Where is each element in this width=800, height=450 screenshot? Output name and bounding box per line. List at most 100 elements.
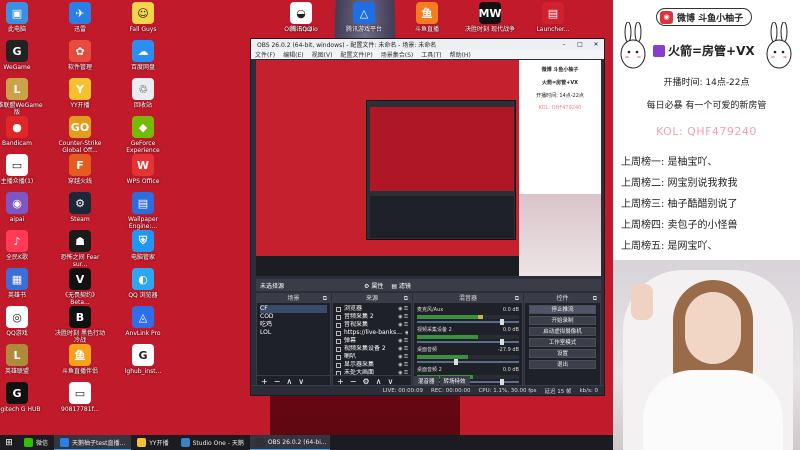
desktop-icon[interactable]: 鱼斗鱼直播: [400, 2, 454, 33]
undock-icon[interactable]: ⧉: [323, 294, 327, 303]
desktop-icon[interactable]: ☺ Fall Guys: [116, 2, 170, 33]
menu-item[interactable]: 帮助(H): [450, 50, 471, 59]
control-button[interactable]: 开始录制: [529, 316, 596, 325]
control-button[interactable]: 停止推流: [529, 305, 596, 314]
desktop-icon-label: 英雄联盟WeGame版: [0, 102, 43, 116]
control-button[interactable]: 启动虚拟摄像机: [529, 327, 596, 336]
obs-titlebar[interactable]: OBS 26.0.2 (64-bit, windows) - 配置文件: 未命名…: [251, 39, 604, 50]
undock-icon[interactable]: ⧉: [404, 294, 408, 303]
desktop-icon[interactable]: W WPS Office: [116, 154, 170, 185]
volume-slider[interactable]: [417, 359, 519, 365]
desktop-icon[interactable]: ⛨ 电脑管家: [116, 230, 170, 261]
desktop-icon[interactable]: ▤ Wallpaper Engine:...: [116, 192, 170, 230]
control-button[interactable]: 设置: [529, 349, 596, 358]
desktop-icon[interactable]: L 英雄联盟WeGame版: [0, 78, 44, 116]
desktop-icon[interactable]: ✈ 迅雷: [53, 2, 107, 33]
source-item[interactable]: 音频采集 2 ◉ ⚿: [336, 313, 408, 321]
desktop-icon[interactable]: ⚙ Steam: [53, 192, 107, 223]
desktop-icon[interactable]: Glghub_inst...: [116, 344, 170, 375]
obs-preview[interactable]: 微博 斗鱼小柚子 火箭=房管+VX 开播时间: 14点-22点 KOL: QHF…: [256, 60, 601, 276]
desktop-icon[interactable]: Y YY开播: [53, 78, 107, 109]
menu-item[interactable]: 工具(T): [421, 50, 441, 59]
visibility-eye-icon[interactable]: ◉ ⚿: [398, 305, 408, 313]
menu-item[interactable]: 文件(F): [255, 50, 275, 59]
source-item[interactable]: 显示器采集 ◉ ⚿: [336, 361, 408, 369]
desktop-icon[interactable]: ● Bandicam: [0, 116, 44, 147]
visibility-eye-icon[interactable]: ◉ ⚿: [398, 313, 408, 321]
desktop-icon[interactable]: ◐ QQ 浏览器: [116, 268, 170, 299]
visibility-eye-icon[interactable]: ◉ ⚿: [398, 337, 408, 345]
desktop-icon[interactable]: ☗ 恐怖之间 Fear sur...: [53, 230, 107, 268]
obs-window[interactable]: OBS 26.0.2 (64-bit, windows) - 配置文件: 未命名…: [250, 38, 605, 396]
source-item[interactable]: 视频采集设备 2 ◉ ⚿: [336, 345, 408, 353]
desktop-icon[interactable]: ▦ 英雄书: [0, 268, 44, 299]
source-item[interactable]: 弹幕 ◉ ⚿: [336, 337, 408, 345]
volume-slider[interactable]: [417, 319, 519, 325]
menu-item[interactable]: 配置文件(P): [340, 50, 372, 59]
desktop-icon[interactable]: MW 决胜时刻 现代战争: [463, 2, 517, 33]
visibility-eye-icon[interactable]: ◉ ⚿: [398, 345, 408, 353]
source-item[interactable]: 浏览器 ◉ ⚿: [336, 305, 408, 313]
preview-taskbar: [256, 256, 519, 276]
desktop-icon[interactable]: ▣ 此电脑: [0, 2, 44, 33]
visibility-eye-icon[interactable]: ◉ ⚿: [398, 361, 408, 369]
desktop-icon[interactable]: L 英雄联盟: [0, 344, 44, 375]
menu-item[interactable]: 编辑(E): [283, 50, 303, 59]
taskbar-app[interactable]: 微信: [18, 435, 54, 450]
scene-item[interactable]: CF: [260, 305, 327, 313]
menu-item[interactable]: 视图(V): [312, 50, 333, 59]
filters-button[interactable]: ▤ 滤镜: [391, 281, 411, 290]
desktop-icon[interactable]: G Logitech G HUB: [0, 382, 44, 413]
visibility-eye-icon[interactable]: ◉ ⚿: [398, 353, 408, 361]
taskbar-app[interactable]: YY开播: [131, 435, 174, 450]
desktop-icon[interactable]: 鱼斗鱼直播伴侣: [53, 344, 107, 375]
desktop-icon[interactable]: B 决胜时刻 黑色行动冷战: [53, 306, 107, 344]
taskbar-app[interactable]: OBS 26.0.2 (64-bi...: [249, 435, 330, 450]
taskbar-app[interactable]: 天鹅柚子test直播...: [54, 435, 132, 450]
desktop-icon[interactable]: ◉ aipai: [0, 192, 44, 223]
taskbar-app[interactable]: Studio One - 天鹅: [175, 435, 250, 450]
control-button[interactable]: 工作室模式: [529, 338, 596, 347]
desktop-icon[interactable]: G WeGame: [0, 40, 44, 71]
desktop-icon[interactable]: ◒ 腾讯QQ: [274, 2, 328, 33]
volume-slider[interactable]: [417, 339, 519, 345]
desktop-icon[interactable]: ♲ 回收站: [116, 78, 170, 109]
app-icon: ☗: [69, 230, 91, 252]
desktop-icon[interactable]: ▤ Launcher...: [526, 2, 580, 33]
desktop-icon-label: AnvLink Pro: [125, 330, 161, 337]
desktop-icon[interactable]: GO Counter-Strike Global Off...: [53, 116, 107, 154]
desktop-icon[interactable]: V 《无畏契约》Beta...: [53, 268, 107, 306]
source-name: 音视采集: [344, 321, 369, 328]
desktop-icon[interactable]: ◆ GeForce Experience: [116, 116, 170, 154]
desktop-icon[interactable]: ☁ 百度网盘: [116, 40, 170, 71]
close-icon[interactable]: ✕: [588, 41, 604, 48]
properties-button[interactable]: ⚙ 属性: [364, 281, 383, 290]
desktop-icon[interactable]: ♪ 全民K歌: [0, 230, 44, 261]
source-item[interactable]: https://live-banks...◉ ⚿: [336, 329, 408, 337]
visibility-eye-icon[interactable]: ◉ ⚿: [398, 321, 408, 329]
minimize-icon[interactable]: –: [556, 41, 572, 48]
desktop-icon[interactable]: △ 腾讯游戏平台: [337, 2, 391, 33]
scene-item[interactable]: LOL: [260, 329, 327, 337]
desktop-icon-label: QQ 浏览器: [128, 292, 158, 299]
windows-start-icon[interactable]: ⊞: [0, 438, 18, 448]
desktop-icon[interactable]: ▭ 90817781f...: [53, 382, 107, 413]
visibility-eye-icon[interactable]: ◉ ⚿: [405, 329, 408, 337]
desktop-icon[interactable]: ◎ QQ游戏: [0, 306, 44, 337]
app-icon: V: [69, 268, 91, 290]
channel-db: 0.0 dB: [502, 367, 519, 373]
source-item[interactable]: 音视采集 ◉ ⚿: [336, 321, 408, 329]
control-button[interactable]: 退出: [529, 360, 596, 369]
scene-item[interactable]: COD: [260, 313, 327, 321]
maximize-icon[interactable]: □: [572, 41, 588, 48]
desktop-icon[interactable]: ◬ AnvLink Pro: [116, 306, 170, 337]
menu-item[interactable]: 场景集合(S): [381, 50, 414, 59]
source-item[interactable]: 喇叭 ◉ ⚿: [336, 353, 408, 361]
desktop-icon[interactable]: ✿ 软件管理: [53, 40, 107, 71]
desktop-icon[interactable]: ▭ 主播众播(1): [0, 154, 44, 185]
preview-obs-window: [366, 100, 516, 240]
scene-item[interactable]: 吃鸡: [260, 321, 327, 329]
undock-icon[interactable]: ⧉: [593, 294, 597, 303]
undock-icon[interactable]: ⧉: [515, 294, 519, 303]
desktop-icon[interactable]: F 穿越火线: [53, 154, 107, 185]
